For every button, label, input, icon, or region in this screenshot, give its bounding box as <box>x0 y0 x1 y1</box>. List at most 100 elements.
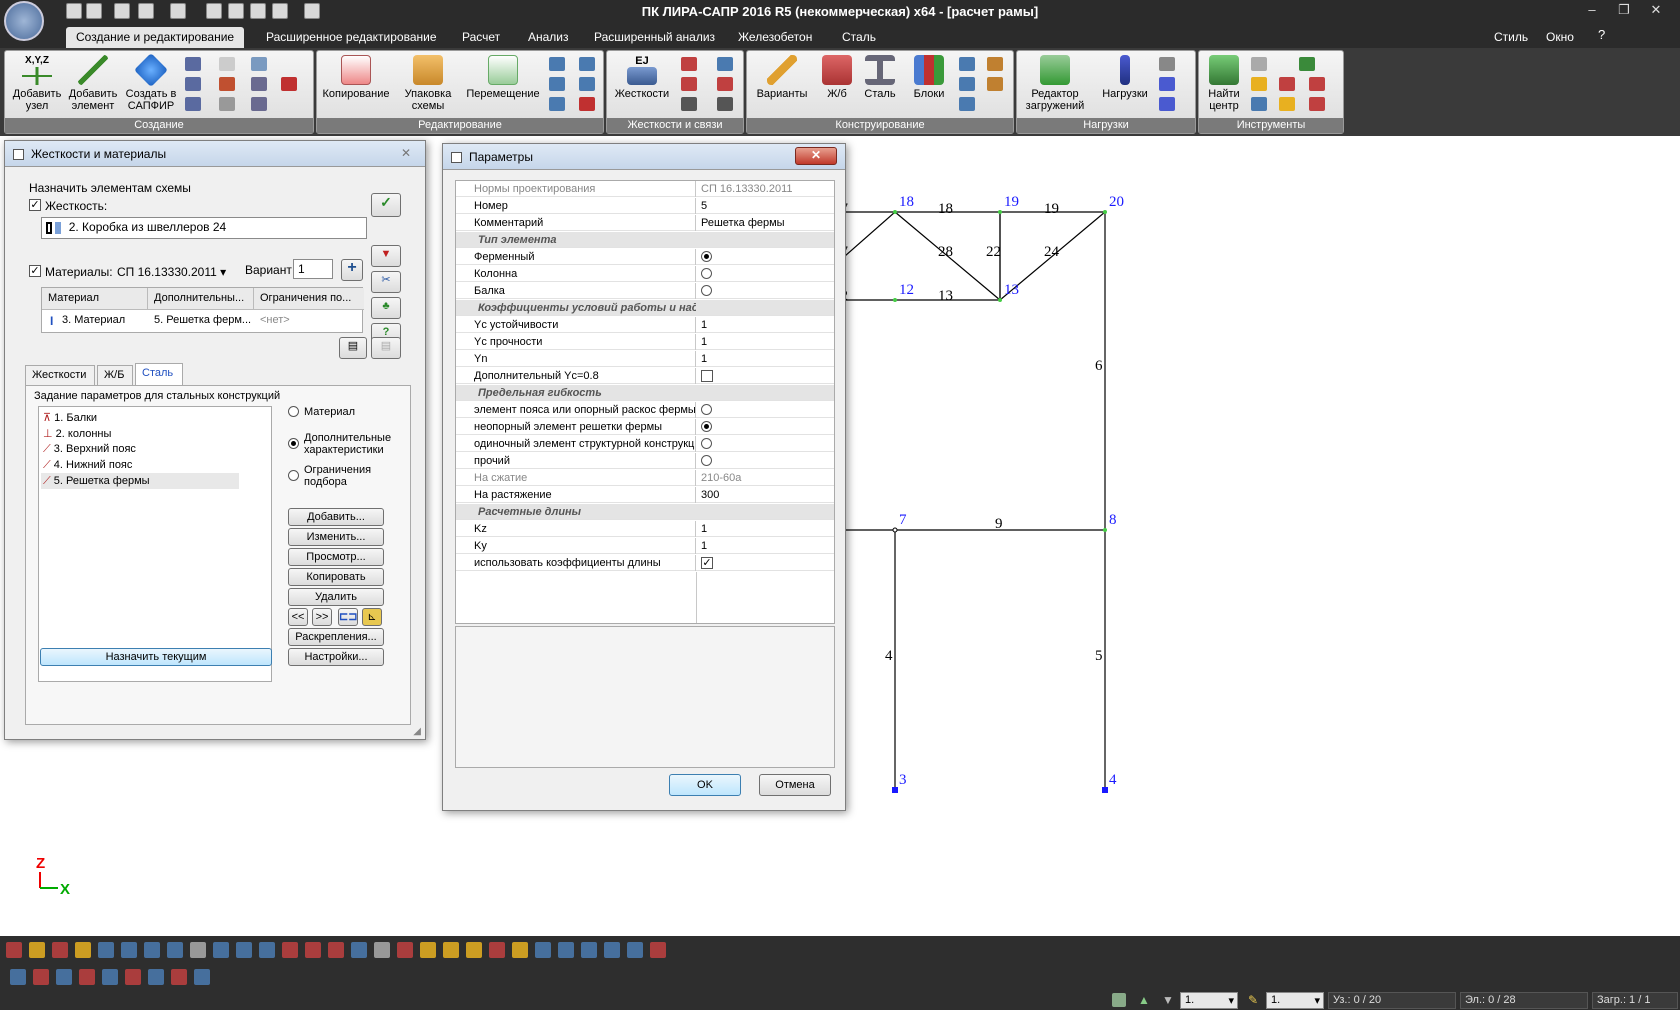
help-icon[interactable]: ? <box>1598 27 1605 42</box>
table-icon[interactable] <box>351 942 367 958</box>
hatch-icon[interactable] <box>251 97 267 111</box>
load-case-combo[interactable]: 1. ▾ <box>1180 992 1238 1009</box>
search-icon[interactable] <box>374 942 390 958</box>
zoom-fit-icon[interactable] <box>98 942 114 958</box>
display-mode-icon[interactable] <box>148 969 164 985</box>
tab-steel-panel[interactable]: Сталь <box>135 363 183 385</box>
plane-icon[interactable] <box>604 942 620 958</box>
mat-cell-limits[interactable]: <нет> <box>260 314 290 326</box>
zoom-in-icon[interactable] <box>121 942 137 958</box>
param-row[interactable]: Yc устойчивости 1 <box>456 317 834 333</box>
cancel-button[interactable]: Отмена <box>759 774 831 796</box>
radio-material[interactable] <box>288 406 299 417</box>
radio-button[interactable] <box>701 421 712 432</box>
add-button[interactable]: Добавить... <box>288 508 384 526</box>
stiffness-field[interactable]: 2. Коробка из швеллеров 24 <box>41 217 367 239</box>
color-icon[interactable] <box>1279 97 1295 111</box>
param-row[interactable]: Нормы проектирования СП 16.13330.2011 <box>456 181 834 197</box>
node-marker[interactable] <box>1103 210 1107 214</box>
mirror-icon[interactable] <box>549 97 565 111</box>
copy-button-panel[interactable]: Копировать <box>288 568 384 586</box>
rc-button[interactable]: Ж/б <box>817 55 857 100</box>
axis-xz-icon[interactable] <box>512 942 528 958</box>
param-row[interactable]: Yn 1 <box>456 351 834 367</box>
grid-frame-icon[interactable] <box>185 57 201 71</box>
add-material-button[interactable]: + <box>341 259 363 281</box>
axis-y-icon[interactable] <box>535 942 551 958</box>
angle-icon[interactable] <box>443 942 459 958</box>
edit-button[interactable]: Изменить... <box>288 528 384 546</box>
tab-calc[interactable]: Расчет <box>452 27 510 48</box>
frame-icon[interactable] <box>52 942 68 958</box>
loads-button[interactable]: Нагрузки <box>1097 55 1153 100</box>
param-value[interactable]: 1 <box>697 334 834 350</box>
param-row[interactable]: элемент пояса или опорный раскос фермы <box>456 402 834 418</box>
stiffness-checkbox[interactable]: ✓ <box>29 199 41 211</box>
status-load-icon[interactable] <box>1112 993 1126 1007</box>
display-mode-icon[interactable] <box>79 969 95 985</box>
copy-params-button[interactable]: ▤ <box>339 337 367 359</box>
mat-cell-material[interactable]: 3. Материал <box>62 314 125 326</box>
display-mode-icon[interactable] <box>194 969 210 985</box>
filter-button[interactable]: ▼ <box>371 245 401 267</box>
hinge-icon[interactable] <box>681 57 697 71</box>
scissors-button[interactable]: ✂ <box>371 271 401 293</box>
param-row[interactable]: Комментарий Решетка фермы <box>456 215 834 231</box>
param-value[interactable]: 1 <box>697 538 834 554</box>
arc-frame-icon[interactable] <box>185 77 201 91</box>
tp2-icon[interactable] <box>987 77 1003 91</box>
radio-limits[interactable] <box>288 470 299 481</box>
mesh-icon[interactable] <box>251 77 267 91</box>
rigid-icon[interactable] <box>717 77 733 91</box>
param-radio[interactable] <box>697 453 834 469</box>
ok-button[interactable]: OK <box>669 774 741 796</box>
scissors-icon[interactable] <box>549 57 565 71</box>
panel-close-icon[interactable]: ✕ <box>401 146 411 160</box>
mat-header-extra[interactable]: Дополнительны... <box>148 288 254 310</box>
status-triangle-down-icon[interactable]: ▼ <box>1162 993 1174 1007</box>
node-marker[interactable] <box>892 787 898 793</box>
param-radio[interactable] <box>697 436 834 452</box>
param-value[interactable]: 210-60a <box>697 470 834 486</box>
anchor-icon[interactable] <box>717 97 733 111</box>
combo-2[interactable]: 1. ▾ <box>1266 992 1324 1009</box>
create-in-sapfir-button[interactable]: Создать в САПФИР <box>121 53 181 112</box>
node-marker[interactable] <box>998 210 1002 214</box>
materials-norm-select[interactable]: СП 16.13330.2011 ▾ <box>117 265 226 279</box>
settings-button[interactable]: Настройки... <box>288 648 384 666</box>
fragment-icon[interactable] <box>489 942 505 958</box>
axis-3d-icon[interactable] <box>650 942 666 958</box>
materials-checkbox[interactable]: ✓ <box>29 265 41 277</box>
node-marker[interactable] <box>998 298 1002 302</box>
display-mode-icon[interactable] <box>102 969 118 985</box>
param-radio[interactable] <box>697 266 834 282</box>
display-mode-icon[interactable] <box>56 969 72 985</box>
tab-stiffness[interactable]: Жесткости <box>25 365 95 385</box>
mirror-icon[interactable] <box>213 942 229 958</box>
tools-icon[interactable] <box>167 942 183 958</box>
tab-steel[interactable]: Сталь <box>832 27 886 48</box>
close-icon[interactable]: ✕ <box>1644 2 1668 20</box>
transform-icon[interactable] <box>219 77 235 91</box>
tab-ext-edit[interactable]: Расширенное редактирование <box>256 27 447 48</box>
list-item[interactable]: ⊼ 1. Балки <box>43 411 97 424</box>
grid-icon[interactable] <box>305 942 321 958</box>
brush-button[interactable]: ♣ <box>371 297 401 319</box>
apply-stiffness-button[interactable]: ✓ <box>371 193 401 217</box>
load-icon[interactable] <box>420 942 436 958</box>
load-dist-icon[interactable] <box>1159 77 1175 91</box>
next-button[interactable]: >> <box>312 608 332 626</box>
rotate-icon[interactable] <box>579 77 595 91</box>
hinge-icon[interactable] <box>236 942 252 958</box>
param-checkbox[interactable]: ✓ <box>697 555 834 571</box>
fix-icon[interactable] <box>259 942 275 958</box>
load-tool-icon[interactable] <box>1159 97 1175 111</box>
param-radio[interactable] <box>697 283 834 299</box>
node-marker[interactable] <box>893 298 897 302</box>
param-row[interactable]: Ky 1 <box>456 538 834 554</box>
steel-button[interactable]: Сталь <box>859 55 901 100</box>
load-table-icon[interactable] <box>1159 57 1175 71</box>
radio-button[interactable] <box>701 251 712 262</box>
rotate-view-icon[interactable] <box>627 942 643 958</box>
select-icon[interactable] <box>6 942 22 958</box>
